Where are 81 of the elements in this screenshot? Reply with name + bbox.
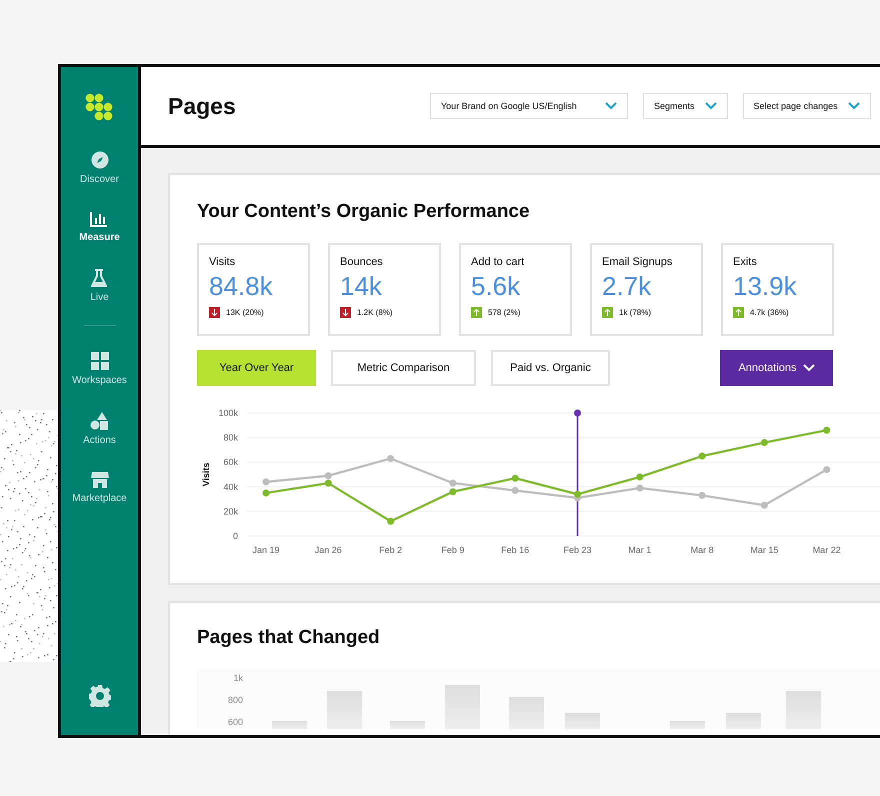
metric-value: 2.7k bbox=[602, 271, 652, 302]
chevron-icon bbox=[802, 364, 815, 372]
y-axis-label: Visits bbox=[201, 462, 211, 486]
y-tick-label: 20k bbox=[223, 506, 238, 516]
data-point bbox=[512, 487, 519, 494]
up-arrow-icon bbox=[602, 307, 613, 318]
logo-icon bbox=[84, 93, 114, 121]
metric-value: 14k bbox=[340, 271, 383, 302]
tab[interactable]: Paid vs. Organic bbox=[491, 350, 610, 386]
y-tick-label: 80k bbox=[223, 432, 238, 443]
x-tick-label: Jan 19 bbox=[252, 545, 280, 555]
compass-icon bbox=[90, 151, 108, 169]
down-arrow-icon bbox=[209, 307, 220, 318]
x-tick-label: Mar 15 bbox=[750, 545, 778, 555]
chevron-icon bbox=[704, 102, 717, 110]
metric-change: 578 (2%) bbox=[488, 308, 520, 317]
metric-label: Email Signups bbox=[602, 256, 674, 268]
down-arrow-icon bbox=[340, 307, 351, 318]
chevron-icon bbox=[848, 102, 860, 110]
x-tick-label: Mar 22 bbox=[812, 545, 841, 555]
up-arrow-icon bbox=[733, 307, 744, 318]
metric-value: 13.9k bbox=[733, 271, 798, 302]
x-tick-label: Feb 2 bbox=[379, 545, 402, 555]
metric-value: 84.8k bbox=[209, 271, 274, 302]
tab[interactable]: Year Over Year bbox=[197, 350, 316, 386]
sidebar-item[interactable]: Marketplace bbox=[72, 472, 127, 504]
data-point bbox=[262, 478, 270, 486]
data-point bbox=[387, 455, 394, 462]
metric-label: Visits bbox=[209, 256, 236, 268]
x-tick-label: Feb 23 bbox=[563, 545, 592, 555]
y-tick-label: 100k bbox=[218, 408, 238, 418]
chevron-icon bbox=[605, 102, 617, 110]
settings-icon[interactable] bbox=[88, 685, 110, 707]
y-tick-label: 40k bbox=[223, 482, 238, 492]
metric-label: Exits bbox=[733, 256, 758, 268]
data-point bbox=[636, 473, 644, 480]
up-arrow-icon bbox=[471, 307, 482, 318]
flask-icon bbox=[91, 269, 108, 287]
metric-change: 1k (78%) bbox=[619, 308, 652, 317]
annotation-pin-icon[interactable] bbox=[574, 410, 581, 416]
data-point bbox=[262, 489, 270, 496]
metric-change: 1.2K (8%) bbox=[357, 308, 393, 317]
data-point bbox=[636, 484, 644, 492]
data-point bbox=[512, 474, 519, 482]
dropdown[interactable]: Your Brand on Google US/English bbox=[430, 93, 628, 119]
data-point bbox=[698, 492, 706, 499]
bar-chart-icon bbox=[90, 211, 108, 227]
tab[interactable]: Metric Comparison bbox=[331, 350, 476, 386]
dropdown[interactable]: Segments bbox=[643, 93, 728, 119]
data-point bbox=[760, 439, 768, 446]
store-icon bbox=[90, 472, 108, 488]
x-tick-label: Mar 8 bbox=[690, 545, 714, 555]
annotations-button[interactable]: Annotations bbox=[720, 350, 833, 386]
card-title: Pages that Changed bbox=[197, 627, 381, 649]
data-point bbox=[760, 502, 768, 509]
sidebar-item[interactable]: Discover bbox=[80, 151, 119, 185]
dropdown[interactable]: Select page changes bbox=[742, 93, 871, 119]
data-point bbox=[387, 518, 394, 525]
data-point bbox=[823, 426, 830, 434]
sidebar-item[interactable]: Actions bbox=[83, 412, 116, 446]
y-tick-label: 0 bbox=[232, 531, 238, 541]
metric-label: Add to cart bbox=[471, 256, 526, 268]
sidebar-item[interactable]: Workspaces bbox=[72, 352, 127, 386]
sidebar-item[interactable]: Live bbox=[90, 269, 109, 303]
metric-change: 13K (20%) bbox=[226, 308, 264, 317]
data-point bbox=[823, 466, 830, 474]
card-title: Your Content’s Organic Performance bbox=[197, 201, 531, 223]
grid-icon bbox=[90, 352, 108, 370]
metric-value: 5.6k bbox=[471, 271, 522, 302]
x-tick-label: Mar 1 bbox=[628, 545, 652, 555]
data-point bbox=[698, 452, 706, 460]
y-tick-label: 60k bbox=[223, 457, 238, 468]
x-tick-label: Jan 26 bbox=[314, 545, 342, 555]
x-tick-label: Feb 9 bbox=[441, 545, 464, 555]
x-tick-label: Feb 16 bbox=[501, 545, 530, 555]
picture: 1k 800 600 bbox=[197, 669, 880, 729]
page-title: Pages bbox=[168, 92, 237, 120]
metric-label: Bounces bbox=[340, 256, 384, 268]
metric-change: 4.7k (36%) bbox=[750, 308, 789, 317]
shapes-icon bbox=[90, 412, 108, 430]
sidebar-item[interactable]: Measure bbox=[79, 211, 120, 243]
